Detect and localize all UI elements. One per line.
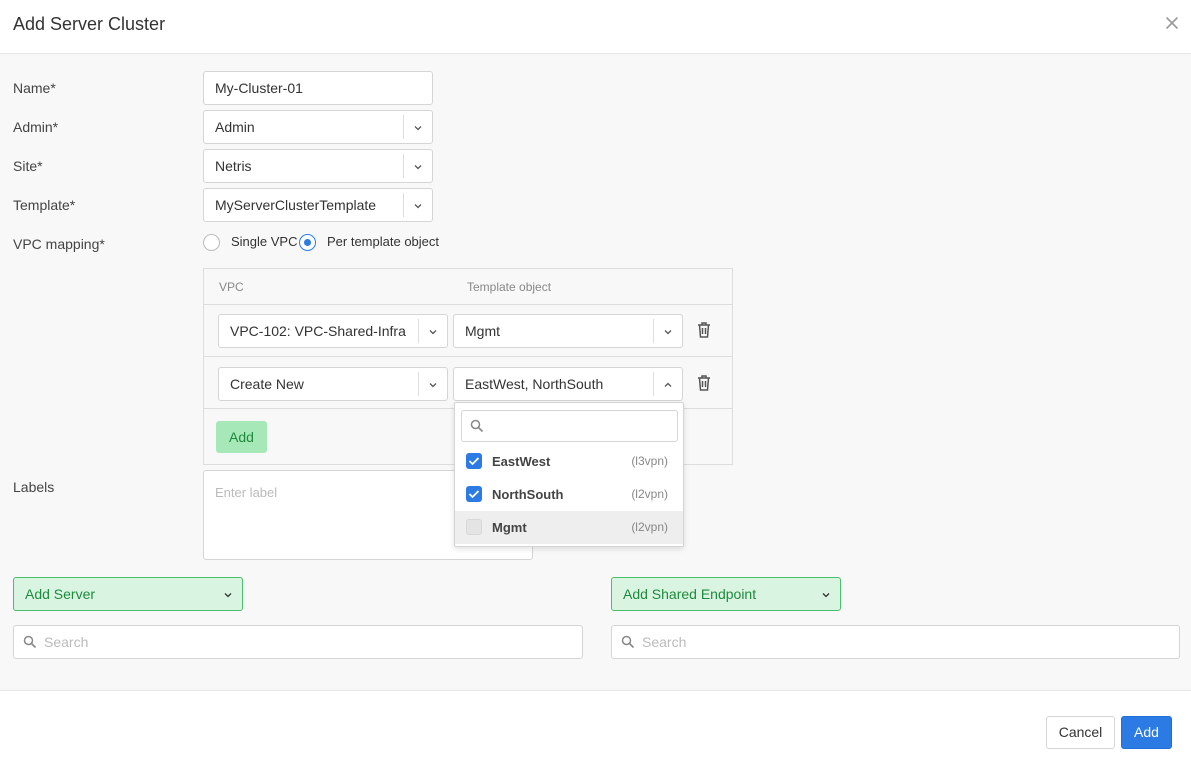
vpc-select-value: Create New xyxy=(230,376,304,392)
chevron-up-icon xyxy=(664,382,672,387)
name-input[interactable]: My-Cluster-01 xyxy=(203,71,433,105)
add-button[interactable]: Add xyxy=(1121,716,1172,749)
add-vpc-mapping-button[interactable]: Add xyxy=(216,421,267,453)
vpc-select[interactable]: Create New xyxy=(218,367,448,401)
dropdown-option-northsouth[interactable]: NorthSouth (l2vpn) xyxy=(455,478,683,511)
dropdown-search-input[interactable] xyxy=(461,410,678,442)
vpc-select-value: VPC-102: VPC-Shared-Infra xyxy=(230,323,406,339)
dialog-body: Name* My-Cluster-01 Admin* Admin Site* N… xyxy=(0,54,1191,691)
chevron-down-icon xyxy=(664,330,672,335)
table-header: VPC Template object xyxy=(204,269,732,305)
labels-label: Labels xyxy=(13,479,55,495)
admin-select[interactable]: Admin xyxy=(203,110,433,144)
dialog-header: Add Server Cluster xyxy=(0,0,1191,54)
template-object-select[interactable]: EastWest, NorthSouth xyxy=(453,367,683,401)
add-server-select[interactable]: Add Server xyxy=(13,577,243,611)
check-icon xyxy=(468,490,480,499)
site-select[interactable]: Netris xyxy=(203,149,433,183)
chevron-down-icon xyxy=(429,383,437,388)
dialog-title: Add Server Cluster xyxy=(13,14,166,34)
option-name: EastWest xyxy=(492,454,551,469)
add-server-label: Add Server xyxy=(25,586,96,602)
option-type: (l3vpn) xyxy=(631,454,668,468)
trash-icon[interactable] xyxy=(696,321,712,339)
option-name: Mgmt xyxy=(492,520,527,535)
vpc-mapping-label: VPC mapping* xyxy=(13,236,105,252)
option-type: (l2vpn) xyxy=(631,520,668,534)
option-name: NorthSouth xyxy=(492,487,564,502)
chevron-down-icon xyxy=(224,593,232,598)
name-label: Name* xyxy=(13,80,56,96)
checkbox-checked[interactable] xyxy=(466,453,482,469)
chevron-down-icon xyxy=(822,593,830,598)
chevron-down-icon xyxy=(429,330,437,335)
chevron-down-icon xyxy=(414,126,422,131)
option-type: (l2vpn) xyxy=(631,487,668,501)
site-label: Site* xyxy=(13,158,43,174)
add-shared-endpoint-label: Add Shared Endpoint xyxy=(623,586,757,602)
chevron-down-icon xyxy=(414,165,422,170)
add-shared-endpoint-select[interactable]: Add Shared Endpoint xyxy=(611,577,841,611)
column-header-template-object: Template object xyxy=(467,280,552,294)
dropdown-option-eastwest[interactable]: EastWest (l3vpn) xyxy=(455,445,683,478)
template-select-value: MyServerClusterTemplate xyxy=(215,197,377,213)
column-header-vpc: VPC xyxy=(219,280,244,294)
check-icon xyxy=(468,457,480,466)
cancel-button[interactable]: Cancel xyxy=(1046,716,1115,749)
template-object-select[interactable]: Mgmt xyxy=(453,314,683,348)
chevron-down-icon xyxy=(414,204,422,209)
endpoint-search-placeholder: Search xyxy=(642,634,687,650)
site-select-value: Netris xyxy=(215,158,252,174)
radio-single-vpc[interactable] xyxy=(203,234,220,251)
admin-select-value: Admin xyxy=(215,119,255,135)
template-select[interactable]: MyServerClusterTemplate xyxy=(203,188,433,222)
search-icon xyxy=(23,635,37,649)
dropdown-option-mgmt[interactable]: Mgmt (l2vpn) xyxy=(455,511,683,544)
server-search-placeholder: Search xyxy=(44,634,89,650)
template-object-dropdown: EastWest (l3vpn) NorthSouth (l2vpn) Mgmt… xyxy=(454,402,684,547)
template-object-select-value: Mgmt xyxy=(465,323,500,339)
radio-per-template-object-label[interactable]: Per template object xyxy=(327,234,439,249)
checkbox-unchecked[interactable] xyxy=(466,519,482,535)
admin-label: Admin* xyxy=(13,119,59,135)
endpoint-search-input[interactable]: Search xyxy=(611,625,1180,659)
radio-single-vpc-label[interactable]: Single VPC xyxy=(231,234,297,249)
vpc-select[interactable]: VPC-102: VPC-Shared-Infra xyxy=(218,314,448,348)
template-object-select-value: EastWest, NorthSouth xyxy=(465,376,604,392)
trash-icon[interactable] xyxy=(696,374,712,392)
radio-per-template-object[interactable] xyxy=(299,234,316,251)
template-label: Template* xyxy=(13,197,76,213)
checkbox-checked[interactable] xyxy=(466,486,482,502)
search-icon xyxy=(621,635,635,649)
table-row: VPC-102: VPC-Shared-Infra Mgmt xyxy=(204,305,732,357)
close-icon[interactable] xyxy=(1163,14,1181,32)
search-icon xyxy=(470,419,484,433)
server-search-input[interactable]: Search xyxy=(13,625,583,659)
